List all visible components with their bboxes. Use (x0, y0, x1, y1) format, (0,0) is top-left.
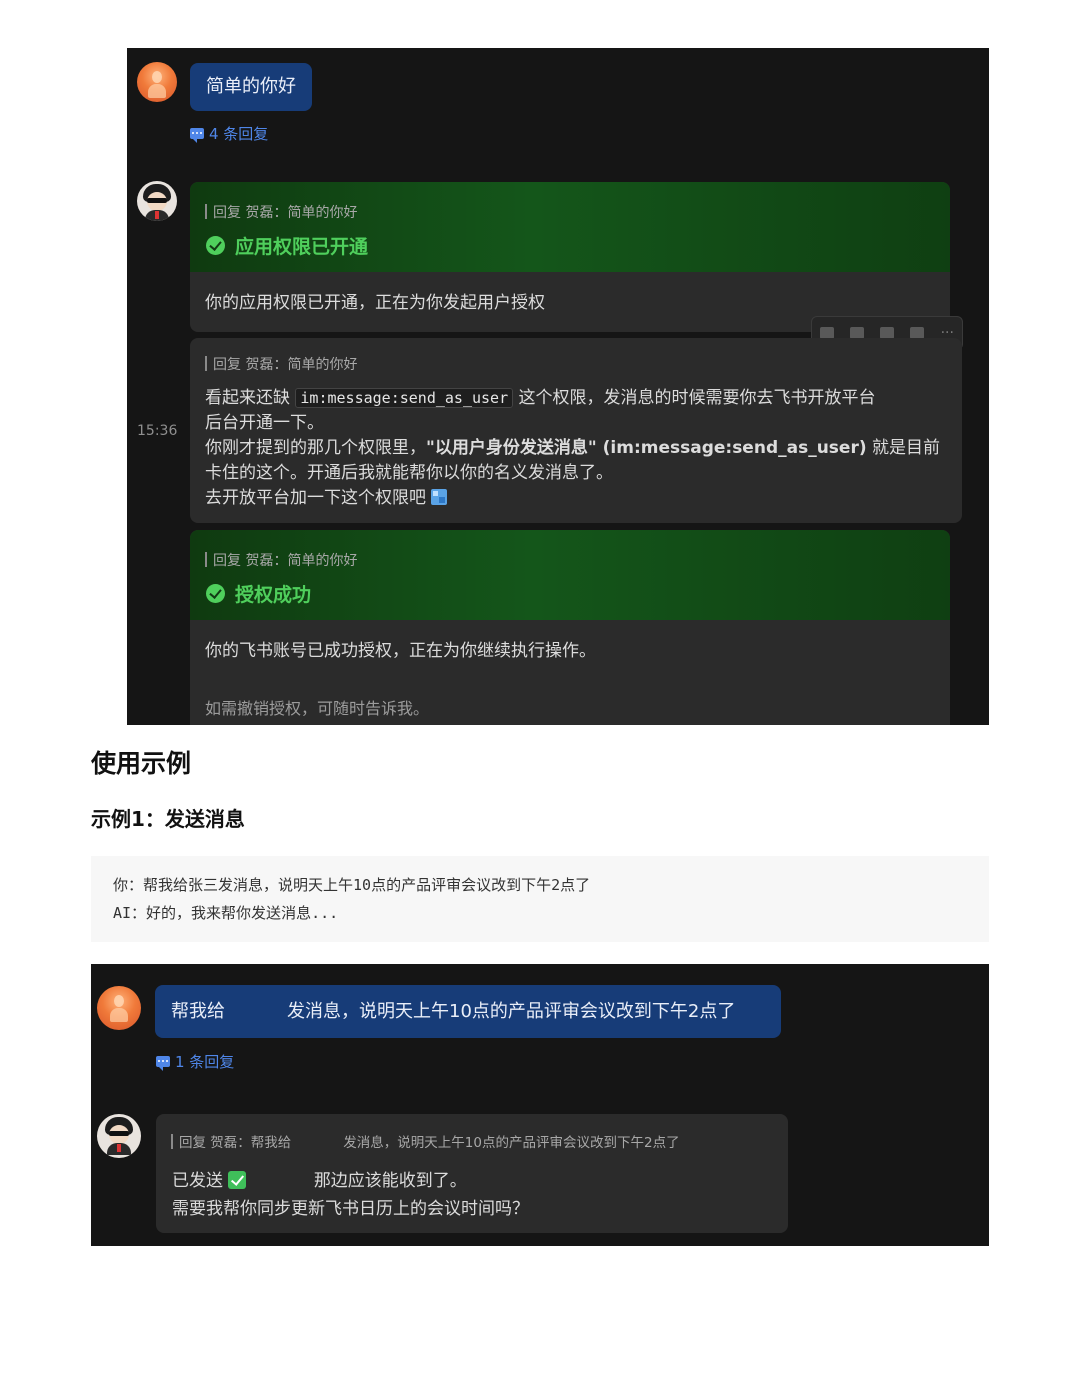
chat-screenshot-2: 帮我给 发消息，说明天上午10点的产品评审会议改到下午2点了 1 条回复 回复 贺… (91, 964, 989, 1246)
permission-enabled-card: 回复 贺磊：简单的你好 应用权限已开通 你的应用权限已开通，正在为你发起用户授权 (190, 182, 950, 332)
image-emoji-icon (431, 489, 448, 505)
card-body: 你的应用权限已开通，正在为你发起用户授权 (205, 293, 545, 313)
reply-count-link[interactable]: 1 条回复 (156, 1051, 234, 1072)
code-line: 你：帮我给张三发消息，说明天上午10点的产品评审会议改到下午2点了 (113, 876, 591, 894)
chat-screenshot-1: 简单的你好 4 条回复 15:36 回复 贺磊：简单的你好 应用权限已开通 你的… (127, 48, 989, 725)
card-note: 如需撤销授权，可随时告诉我。 (205, 699, 430, 718)
check-circle-icon (206, 236, 225, 255)
user-avatar[interactable] (97, 986, 141, 1030)
green-check-emoji-icon (228, 1171, 247, 1189)
bot-avatar[interactable] (137, 181, 177, 221)
example-heading: 示例1：发送消息 (91, 807, 245, 831)
example-codeblock: 你：帮我给张三发消息，说明天上午10点的产品评审会议改到下午2点了 AI：好的，… (91, 856, 989, 942)
card-body: 你的飞书账号已成功授权，正在为你继续执行操作。 (205, 641, 596, 661)
reply-quote: 回复 贺磊：简单的你好 (205, 202, 357, 222)
bot-avatar[interactable] (97, 1114, 141, 1158)
chat-bubble-icon (190, 128, 204, 143)
card-body: 已发送 那边应该能收到了。 需要我帮你同步更新飞书日历上的会议时间吗？ (172, 1171, 529, 1219)
card-title: 应用权限已开通 (206, 232, 368, 259)
permission-missing-card: 回复 贺磊：简单的你好 看起来还缺 im:message:send_as_use… (190, 338, 962, 523)
message-sent-card: 回复 贺磊：帮我给 发消息，说明天上午10点的产品评审会议改到下午2点了 已发送 … (156, 1114, 788, 1233)
authorization-success-card: 回复 贺磊：简单的你好 授权成功 你的飞书账号已成功授权，正在为你继续执行操作。… (190, 530, 950, 725)
card-body: 看起来还缺 im:message:send_as_user 这个权限，发消息的时… (205, 388, 941, 508)
reply-quote: 回复 贺磊：帮我给 发消息，说明天上午10点的产品评审会议改到下午2点了 (171, 1131, 680, 1151)
user-message-bubble: 简单的你好 (190, 63, 312, 111)
section-heading: 使用示例 (91, 749, 192, 778)
reply-quote: 回复 贺磊：简单的你好 (205, 354, 357, 374)
user-message-bubble: 帮我给 发消息，说明天上午10点的产品评审会议改到下午2点了 (155, 985, 781, 1038)
chat-bubble-icon (156, 1056, 170, 1071)
reply-quote: 回复 贺磊：简单的你好 (205, 550, 357, 570)
permission-code: im:message:send_as_user (295, 388, 514, 408)
check-circle-icon (206, 584, 225, 603)
user-avatar[interactable] (137, 62, 177, 102)
code-line: AI：好的，我来帮你发送消息... (113, 904, 339, 922)
reply-count-link[interactable]: 4 条回复 (190, 123, 268, 144)
card-title: 授权成功 (206, 580, 311, 607)
message-timestamp: 15:36 (137, 423, 178, 439)
